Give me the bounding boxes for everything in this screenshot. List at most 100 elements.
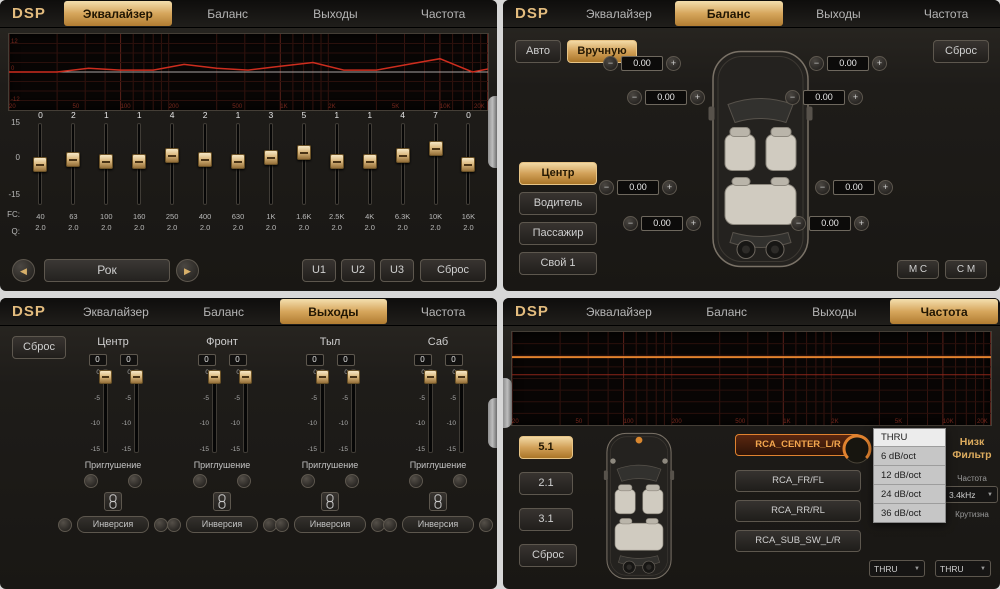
eq-band-slider[interactable]	[296, 123, 312, 205]
slider-track[interactable]	[459, 369, 464, 453]
mc-button[interactable]: M C	[897, 260, 939, 279]
plus-button[interactable]: +	[666, 56, 681, 71]
cm-button[interactable]: C M	[945, 260, 987, 279]
plus-button[interactable]: +	[848, 90, 863, 105]
tab-outputs[interactable]: Выходы	[781, 298, 889, 325]
slider-track[interactable]	[212, 369, 217, 453]
slider-thumb[interactable]	[429, 141, 443, 156]
mute-knob-left[interactable]	[301, 474, 315, 488]
slider-thumb[interactable]	[424, 370, 437, 384]
minus-button[interactable]: −	[599, 180, 614, 195]
drawer-handle[interactable]	[488, 96, 497, 168]
thru-select-1[interactable]: THRU ▼	[869, 560, 925, 577]
slider-thumb[interactable]	[66, 152, 80, 167]
eq-band-slider[interactable]	[197, 123, 213, 205]
eq-band-slider[interactable]	[395, 123, 411, 205]
mute-knob-right[interactable]	[128, 474, 142, 488]
invert-knob-left[interactable]	[58, 518, 72, 532]
tab-balance[interactable]: Баланс	[170, 298, 278, 325]
mute-knob-left[interactable]	[193, 474, 207, 488]
channel-5-1-button[interactable]: 5.1	[519, 436, 573, 459]
preset-next-button[interactable]: ▶	[176, 259, 199, 282]
dropdown-option-12db[interactable]: 12 dB/oct	[874, 465, 945, 484]
eq-band-slider[interactable]	[230, 123, 246, 205]
user-preset-2-button[interactable]: U2	[341, 259, 375, 282]
eq-band-slider[interactable]	[32, 123, 48, 205]
rca-sub-button[interactable]: RCA_SUB_SW_L/R	[735, 530, 861, 552]
eq-band-slider[interactable]	[98, 123, 114, 205]
invert-knob-left[interactable]	[275, 518, 289, 532]
link-button[interactable]	[429, 492, 447, 511]
slider-track[interactable]	[428, 369, 433, 453]
tab-outputs[interactable]: Выходы	[280, 299, 388, 324]
freq-reset-button[interactable]: Сброс	[519, 544, 577, 567]
channel-3-1-button[interactable]: 3.1	[519, 508, 573, 531]
plus-button[interactable]: +	[690, 90, 705, 105]
minus-button[interactable]: −	[785, 90, 800, 105]
eq-band-slider[interactable]	[131, 123, 147, 205]
slider-thumb[interactable]	[165, 148, 179, 163]
slider-thumb[interactable]	[33, 157, 47, 172]
invert-knob-right[interactable]	[479, 518, 493, 532]
minus-button[interactable]: −	[623, 216, 638, 231]
minus-button[interactable]: −	[791, 216, 806, 231]
invert-knob-left[interactable]	[383, 518, 397, 532]
tab-equalizer[interactable]: Эквалайзер	[64, 1, 172, 26]
slider-thumb[interactable]	[455, 370, 468, 384]
tab-balance[interactable]: Баланс	[675, 1, 783, 26]
mute-knob-left[interactable]	[409, 474, 423, 488]
position-driver-button[interactable]: Водитель	[519, 192, 597, 215]
slider-thumb[interactable]	[99, 370, 112, 384]
eq-band-slider[interactable]	[263, 123, 279, 205]
slider-thumb[interactable]	[297, 145, 311, 160]
tab-frequency[interactable]: Частота	[890, 299, 998, 324]
link-button[interactable]	[213, 492, 231, 511]
slider-track[interactable]	[320, 369, 325, 453]
slider-thumb[interactable]	[198, 152, 212, 167]
position-center-button[interactable]: Центр	[519, 162, 597, 185]
drawer-handle[interactable]	[503, 378, 512, 428]
channel-2-1-button[interactable]: 2.1	[519, 472, 573, 495]
gain-knob[interactable]	[841, 434, 873, 471]
eq-band-slider[interactable]	[65, 123, 81, 205]
mute-knob-left[interactable]	[84, 474, 98, 488]
plus-button[interactable]: +	[872, 56, 887, 71]
minus-button[interactable]: −	[809, 56, 824, 71]
tab-outputs[interactable]: Выходы	[785, 0, 893, 27]
slider-thumb[interactable]	[461, 157, 475, 172]
tab-frequency[interactable]: Частота	[389, 0, 497, 27]
slider-thumb[interactable]	[99, 154, 113, 169]
drawer-handle[interactable]	[488, 398, 497, 448]
dropdown-option-36db[interactable]: 36 dB/oct	[874, 503, 945, 522]
invert-knob-left[interactable]	[167, 518, 181, 532]
tab-frequency[interactable]: Частота	[389, 298, 497, 325]
slider-track[interactable]	[103, 369, 108, 453]
slider-thumb[interactable]	[330, 154, 344, 169]
link-button[interactable]	[104, 492, 122, 511]
balance-reset-button[interactable]: Сброс	[933, 40, 989, 63]
tab-balance[interactable]: Баланс	[174, 0, 282, 27]
slider-thumb[interactable]	[239, 370, 252, 384]
rca-front-button[interactable]: RCA_FR/FL	[735, 470, 861, 492]
slider-thumb[interactable]	[130, 370, 143, 384]
eq-band-slider[interactable]	[164, 123, 180, 205]
slider-track[interactable]	[134, 369, 139, 453]
auto-button[interactable]: Авто	[515, 40, 561, 63]
plus-button[interactable]: +	[686, 216, 701, 231]
rca-rear-button[interactable]: RCA_RR/RL	[735, 500, 861, 522]
slider-track[interactable]	[351, 369, 356, 453]
tab-outputs[interactable]: Выходы	[282, 0, 390, 27]
user-preset-3-button[interactable]: U3	[380, 259, 414, 282]
slider-thumb[interactable]	[132, 154, 146, 169]
frequency-select[interactable]: 3.4kHz ▼	[944, 486, 998, 503]
tab-frequency[interactable]: Частота	[892, 0, 1000, 27]
mute-knob-right[interactable]	[237, 474, 251, 488]
tab-equalizer[interactable]: Эквалайзер	[565, 0, 673, 27]
mute-knob-right[interactable]	[345, 474, 359, 488]
tab-equalizer[interactable]: Эквалайзер	[62, 298, 170, 325]
minus-button[interactable]: −	[627, 90, 642, 105]
slider-thumb[interactable]	[363, 154, 377, 169]
slider-thumb[interactable]	[208, 370, 221, 384]
slider-track[interactable]	[243, 369, 248, 453]
slider-thumb[interactable]	[347, 370, 360, 384]
